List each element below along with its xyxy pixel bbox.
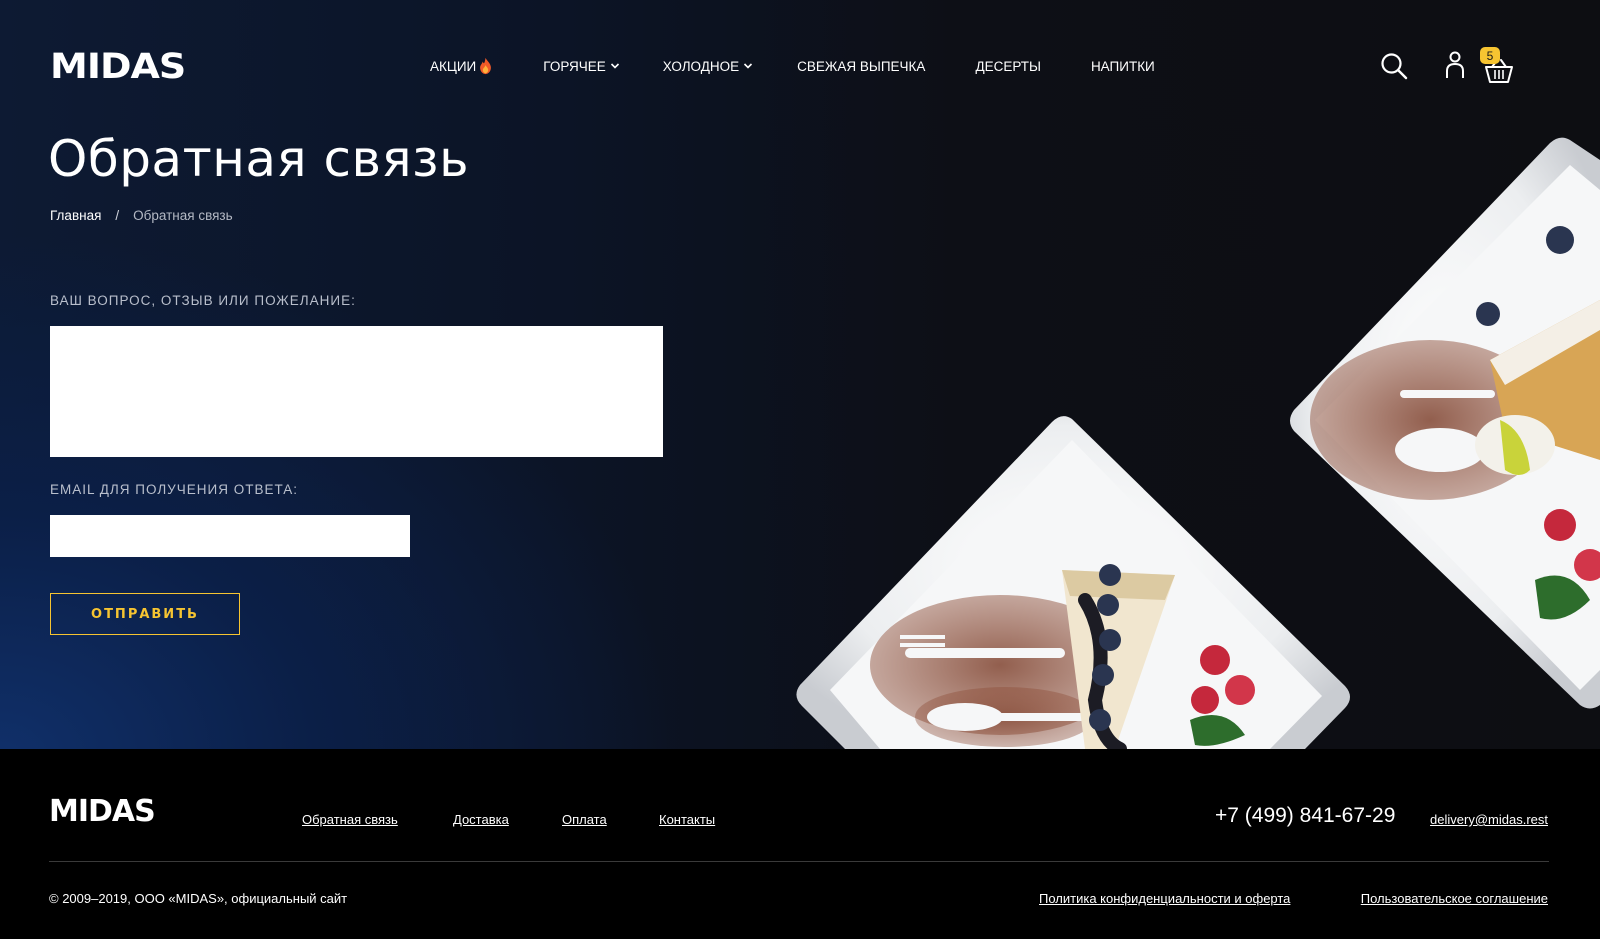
- footer-copyright: © 2009–2019, ООО «MIDAS», официальный са…: [49, 891, 348, 906]
- footer-logo-text: MIDAS: [49, 794, 156, 829]
- footer-logo[interactable]: MIDAS: [49, 794, 156, 829]
- user-icon[interactable]: [1444, 51, 1466, 79]
- nav-item-label: СВЕЖАЯ ВЫПЕЧКА: [797, 58, 926, 74]
- cart-button[interactable]: 5: [1480, 47, 1530, 84]
- email-label: EMAIL ДЛЯ ПОЛУЧЕНИЯ ОТВЕТА:: [50, 482, 299, 497]
- footer-link-delivery[interactable]: Доставка: [453, 812, 509, 827]
- footer-link-terms[interactable]: Пользовательское соглашение: [1361, 891, 1548, 906]
- cart-count-badge: 5: [1480, 47, 1500, 64]
- fire-icon: [480, 57, 492, 75]
- nav-item-hot[interactable]: ГОРЯЧЕЕ: [543, 59, 620, 74]
- nav-item-label: ХОЛОДНОЕ: [662, 58, 740, 74]
- nav-item-promotions[interactable]: АКЦИИ: [430, 57, 493, 75]
- breadcrumb-home-link[interactable]: Главная: [50, 208, 101, 223]
- breadcrumb-separator: /: [115, 208, 120, 223]
- logo[interactable]: MIDAS: [50, 45, 186, 87]
- nav-item-label: ДЕСЕРТЫ: [975, 58, 1041, 74]
- nav-item-label: НАПИТКИ: [1090, 58, 1155, 74]
- nav-item-drinks[interactable]: НАПИТКИ: [1091, 59, 1155, 74]
- footer-phone[interactable]: +7 (499) 841-67-29: [1215, 804, 1395, 828]
- email-field[interactable]: [50, 515, 410, 557]
- nav-item-label: ГОРЯЧЕЕ: [543, 58, 606, 74]
- submit-button[interactable]: ОТПРАВИТЬ: [50, 593, 240, 635]
- nav-item-label: АКЦИИ: [430, 58, 477, 74]
- footer-link-privacy[interactable]: Политика конфиденциальности и оферта: [1039, 891, 1290, 906]
- footer-link-payment[interactable]: Оплата: [562, 812, 607, 827]
- chevron-down-icon: [744, 63, 753, 69]
- page-title: Обратная связь: [48, 130, 470, 188]
- logo-text: MIDAS: [50, 45, 186, 87]
- nav-item-desserts[interactable]: ДЕСЕРТЫ: [975, 59, 1041, 74]
- header-icons: 5: [1380, 47, 1530, 84]
- question-label: ВАШ ВОПРОС, ОТЗЫВ ИЛИ ПОЖЕЛАНИЕ:: [50, 293, 356, 308]
- nav-item-bakery[interactable]: СВЕЖАЯ ВЫПЕЧКА: [797, 59, 925, 74]
- breadcrumb-current: Обратная связь: [133, 208, 233, 223]
- breadcrumb: Главная / Обратная связь: [50, 208, 233, 223]
- footer-link-feedback[interactable]: Обратная связь: [302, 812, 398, 827]
- search-icon[interactable]: [1380, 52, 1408, 80]
- main-nav: АКЦИИ ГОРЯЧЕЕ ХОЛОДНОЕ СВЕЖАЯ ВЫПЕЧКА ДЕ…: [430, 57, 1155, 75]
- footer-link-contacts[interactable]: Контакты: [659, 812, 715, 827]
- question-textarea[interactable]: [50, 326, 663, 457]
- hero-section: MIDAS АКЦИИ ГОРЯЧЕЕ ХОЛОДНОЕ СВЕЖАЯ ВЫПЕ…: [0, 0, 1600, 749]
- footer-divider: [49, 861, 1549, 862]
- chevron-down-icon: [610, 63, 619, 69]
- footer: MIDAS Обратная связь Доставка Оплата Кон…: [0, 749, 1600, 939]
- footer-email-link[interactable]: delivery@midas.rest: [1430, 812, 1548, 827]
- nav-item-cold[interactable]: ХОЛОДНОЕ: [663, 59, 753, 74]
